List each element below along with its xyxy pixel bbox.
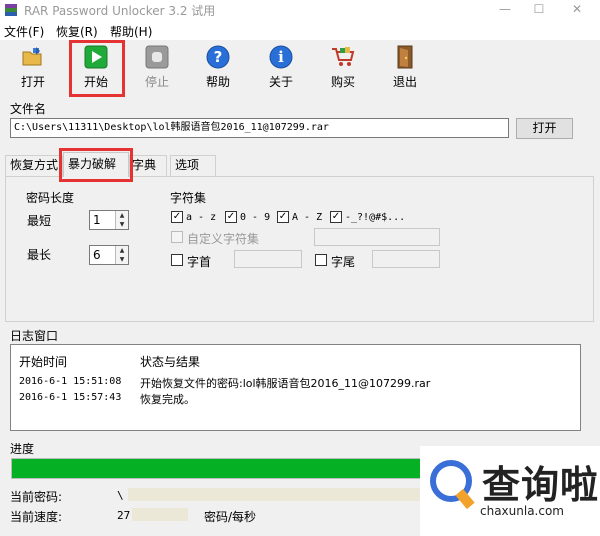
stop-icon bbox=[145, 45, 169, 69]
stop-tool-button[interactable]: 停止 bbox=[133, 45, 181, 91]
shopping-cart-icon bbox=[332, 47, 355, 66]
help-tool-label: 帮助 bbox=[205, 75, 230, 89]
tab-dictionary[interactable]: 字典 bbox=[129, 155, 167, 176]
window-title: RAR Password Unlocker 3.2 试用 bbox=[24, 4, 216, 18]
title-bar: RAR Password Unlocker 3.2 试用 — ☐ ✕ bbox=[0, 0, 600, 20]
suffix-checkbox[interactable] bbox=[315, 254, 327, 266]
app-icon bbox=[5, 4, 17, 16]
log-list[interactable]: 开始时间 状态与结果 2016-6-1 15:51:08 开始恢复文件的密码:l… bbox=[10, 344, 581, 431]
exit-door-icon bbox=[397, 45, 413, 69]
maximize-button[interactable]: ☐ bbox=[522, 0, 556, 20]
help-icon: ? bbox=[206, 45, 230, 69]
menu-file[interactable]: 文件(F) bbox=[4, 23, 44, 40]
custom-charset-input[interactable] bbox=[314, 228, 440, 246]
prefix-checkbox[interactable] bbox=[171, 254, 183, 266]
watermark-logo-tail bbox=[455, 488, 475, 510]
current-speed-value: 27 bbox=[117, 509, 131, 522]
exit-tool-button[interactable]: 退出 bbox=[381, 45, 429, 91]
log-row-2-time: 2016-6-1 15:57:43 bbox=[19, 392, 122, 403]
charset-uppercase-label: A - Z bbox=[292, 212, 323, 223]
open-folder-icon bbox=[22, 47, 42, 66]
open-tool-label: 打开 bbox=[20, 75, 45, 89]
current-speed-field bbox=[132, 508, 188, 521]
current-speed-label: 当前速度: bbox=[10, 510, 63, 524]
min-length-value: 1 bbox=[93, 213, 101, 227]
svg-text:i: i bbox=[278, 48, 284, 66]
current-password-field bbox=[128, 488, 420, 501]
log-column-time[interactable]: 开始时间 bbox=[19, 353, 67, 370]
charset-title: 字符集 bbox=[170, 191, 207, 205]
menu-bar: 文件(F) 恢复(R) 帮助(H) bbox=[0, 20, 600, 40]
log-column-status[interactable]: 状态与结果 bbox=[140, 353, 200, 370]
speed-unit-label: 密码/每秒 bbox=[204, 510, 257, 524]
menu-recover[interactable]: 恢复(R) bbox=[56, 23, 98, 40]
file-path-input[interactable]: C:\Users\11311\Desktop\lol韩服语音包2016_11@1… bbox=[10, 118, 509, 138]
stepper-up-icon[interactable]: ▲ bbox=[116, 246, 128, 255]
file-open-button[interactable]: 打开 bbox=[516, 118, 573, 139]
stop-tool-label: 停止 bbox=[144, 75, 169, 89]
custom-charset-checkbox[interactable] bbox=[171, 231, 183, 243]
tab-recovery-method[interactable]: 恢复方式 bbox=[5, 155, 63, 176]
exit-tool-label: 退出 bbox=[392, 75, 417, 89]
log-row-2-status: 恢复完成。 bbox=[140, 393, 195, 406]
svg-text:?: ? bbox=[214, 48, 223, 66]
current-password-label: 当前密码: bbox=[10, 490, 63, 504]
suffix-label: 字尾 bbox=[331, 255, 356, 269]
start-highlight-box bbox=[69, 40, 125, 97]
stepper-down-icon[interactable]: ▼ bbox=[116, 255, 128, 264]
log-row-1-status: 开始恢复文件的密码:lol韩服语音包2016_11@107299.rar bbox=[140, 377, 431, 390]
charset-symbols-label: -_?!@#$... bbox=[345, 212, 406, 223]
charset-uppercase-checkbox[interactable]: ✓ bbox=[277, 211, 289, 223]
about-tool-button[interactable]: i 关于 bbox=[257, 45, 305, 91]
help-tool-button[interactable]: ? 帮助 bbox=[194, 45, 242, 91]
charset-lowercase-label: a - z bbox=[186, 212, 217, 223]
buy-tool-button[interactable]: 购买 bbox=[319, 45, 367, 91]
stepper-down-icon[interactable]: ▼ bbox=[116, 220, 128, 229]
minimize-button[interactable]: — bbox=[488, 0, 522, 20]
log-section-label: 日志窗口 bbox=[10, 329, 59, 343]
max-length-stepper[interactable]: 6 ▲ ▼ bbox=[89, 245, 129, 265]
brute-force-highlight-box bbox=[59, 148, 133, 182]
min-length-stepper[interactable]: 1 ▲ ▼ bbox=[89, 210, 129, 230]
suffix-input[interactable] bbox=[372, 250, 440, 268]
stepper-up-icon[interactable]: ▲ bbox=[116, 211, 128, 220]
max-length-label: 最长 bbox=[27, 248, 52, 262]
password-length-title: 密码长度 bbox=[26, 191, 75, 205]
custom-charset-label: 自定义字符集 bbox=[187, 232, 260, 246]
buy-tool-label: 购买 bbox=[330, 75, 355, 89]
about-tool-label: 关于 bbox=[268, 75, 293, 89]
prefix-input[interactable] bbox=[234, 250, 302, 268]
menu-help[interactable]: 帮助(H) bbox=[110, 23, 152, 40]
min-length-label: 最短 bbox=[27, 214, 52, 228]
charset-digits-label: 0 - 9 bbox=[240, 212, 271, 223]
log-row-1-time: 2016-6-1 15:51:08 bbox=[19, 376, 122, 387]
watermark: 查询啦 chaxunla.com bbox=[420, 446, 600, 536]
current-password-value: \ bbox=[117, 489, 124, 502]
charset-lowercase-checkbox[interactable]: ✓ bbox=[171, 211, 183, 223]
file-section-label: 文件名 bbox=[10, 102, 47, 116]
charset-symbols-checkbox[interactable]: ✓ bbox=[330, 211, 342, 223]
info-icon: i bbox=[269, 45, 293, 69]
open-tool-button[interactable]: 打开 bbox=[9, 45, 57, 91]
charset-digits-checkbox[interactable]: ✓ bbox=[225, 211, 237, 223]
watermark-subtext: chaxunla.com bbox=[480, 504, 564, 518]
tab-options[interactable]: 选项 bbox=[170, 155, 216, 176]
max-length-value: 6 bbox=[93, 248, 101, 262]
prefix-label: 字首 bbox=[187, 255, 212, 269]
progress-section-label: 进度 bbox=[10, 442, 35, 456]
close-button[interactable]: ✕ bbox=[560, 0, 594, 20]
watermark-text: 查询啦 bbox=[482, 463, 600, 507]
